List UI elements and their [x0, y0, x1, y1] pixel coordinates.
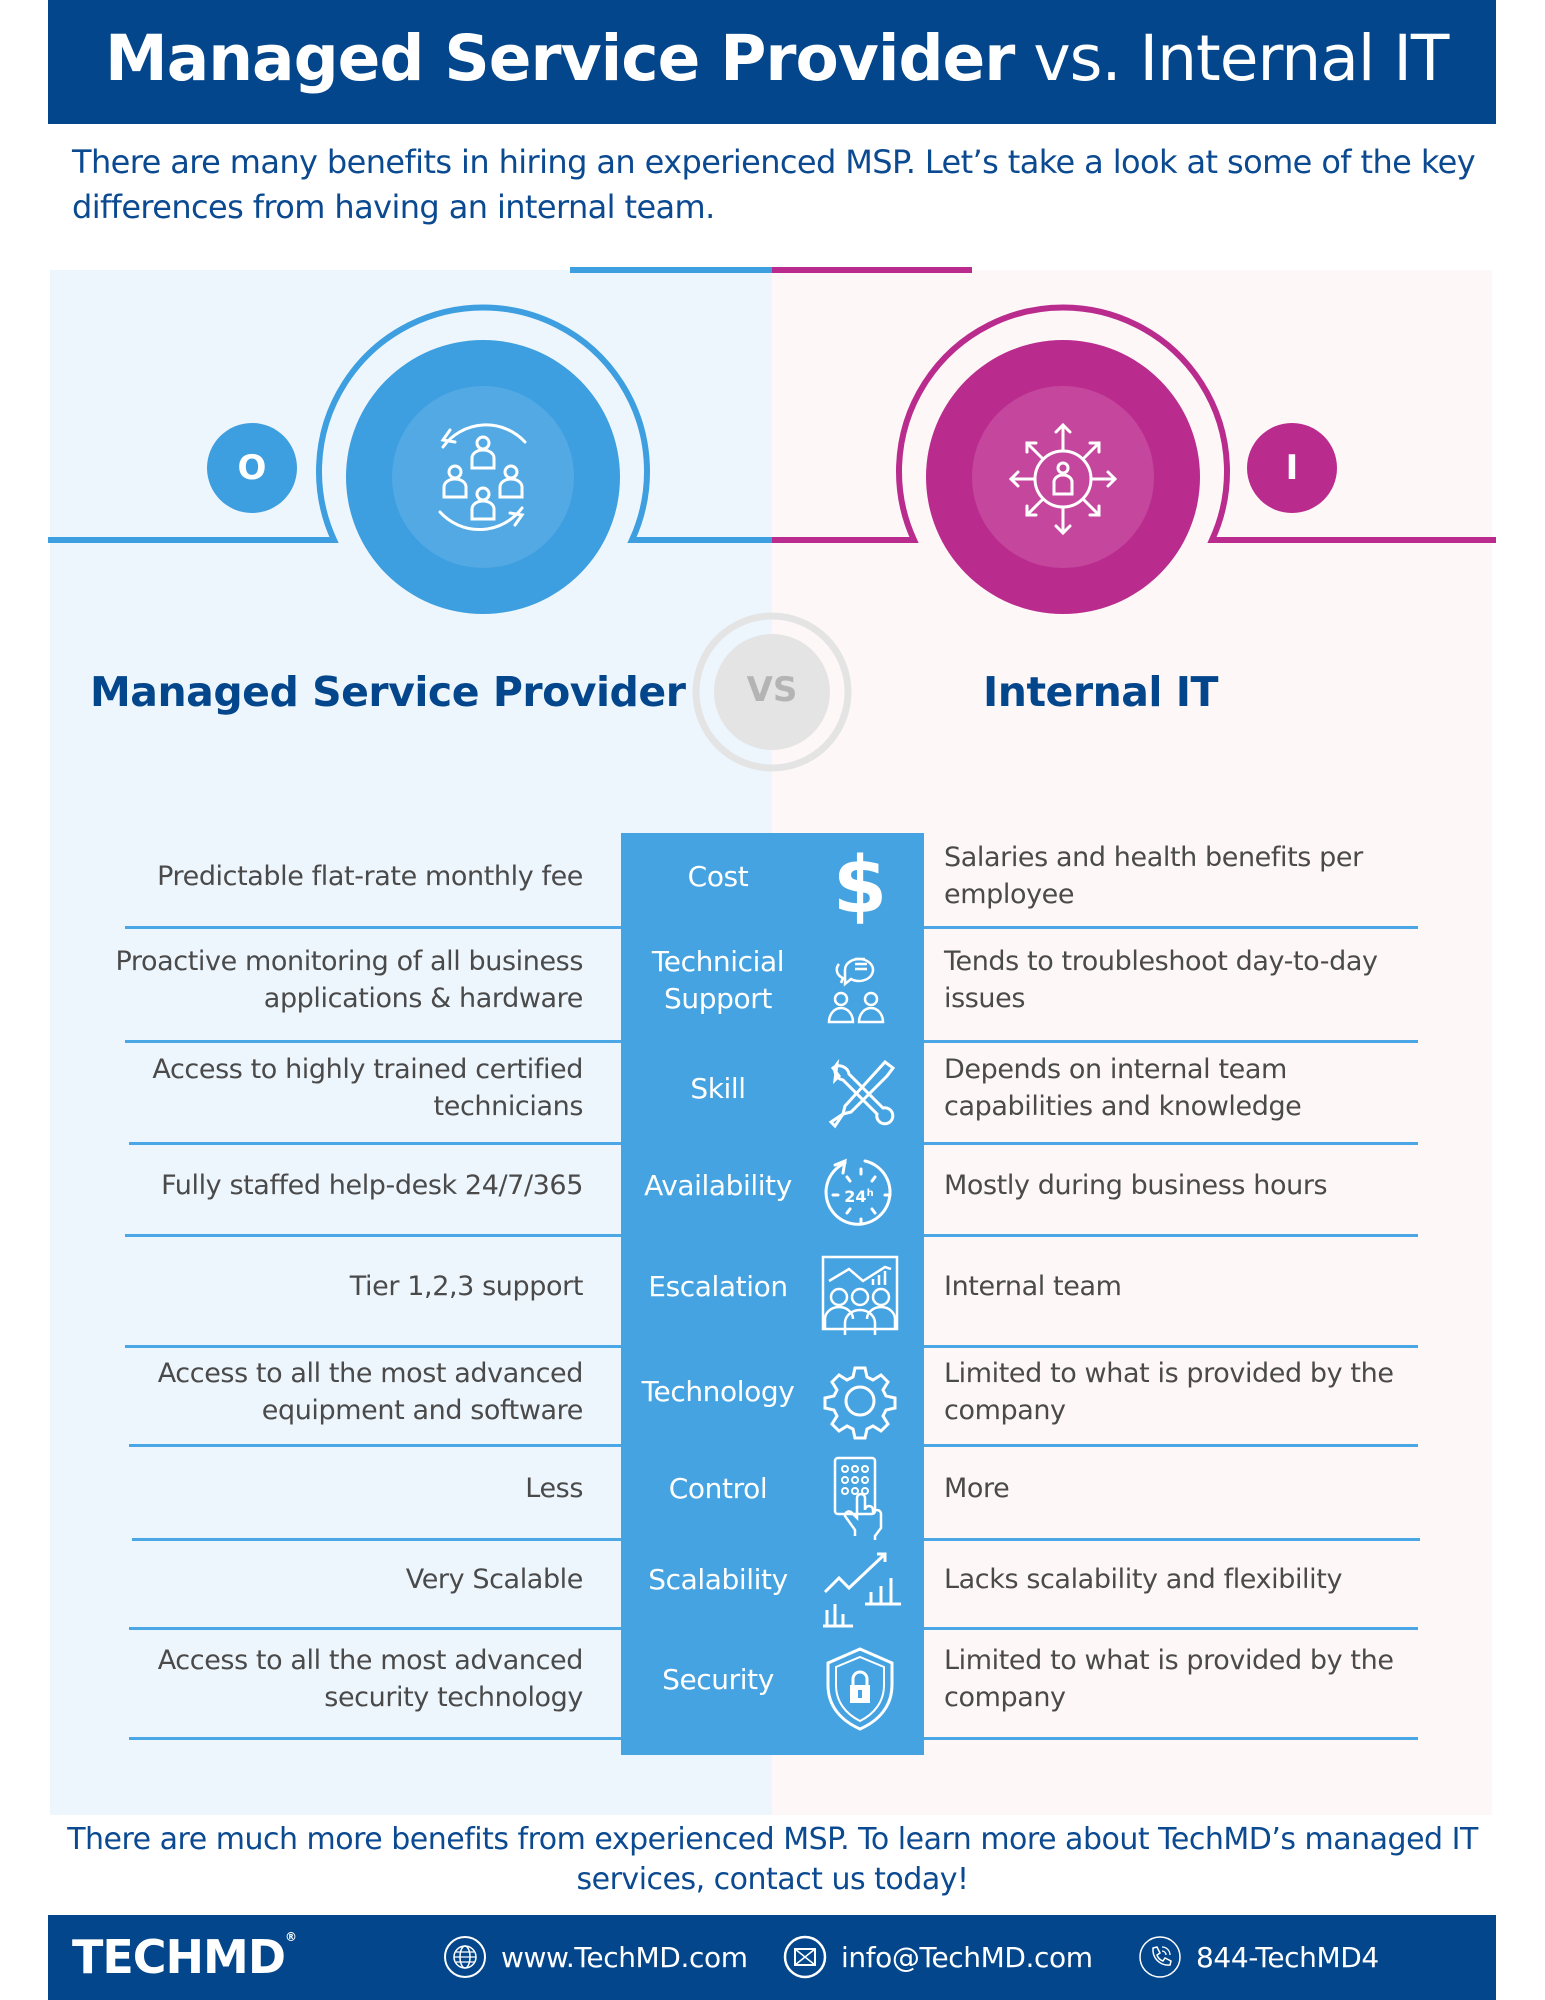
- phone-link[interactable]: 844-TechMD4: [1138, 1935, 1379, 1979]
- website-text: www.TechMD.com: [501, 1940, 748, 1974]
- internal-cell: Salaries and health benefits per employe…: [944, 842, 1363, 910]
- dollar-icon: $: [833, 841, 887, 930]
- svg-text:24h: 24h: [844, 1187, 873, 1206]
- email-link[interactable]: info@TechMD.com: [783, 1935, 1093, 1979]
- internal-cell: Limited to what is provided by the compa…: [944, 1645, 1394, 1713]
- closing-text: There are much more benefits from experi…: [67, 1822, 1478, 1897]
- row-divider-left: [129, 1737, 621, 1740]
- support-chat-people-icon: [827, 957, 885, 1024]
- row-divider-right: [924, 1234, 1418, 1237]
- msp-cell: Less: [525, 1472, 583, 1504]
- msp-cell: Proactive monitoring of all business app…: [115, 946, 584, 1014]
- internal-cell: Mostly during business hours: [944, 1169, 1328, 1201]
- msp-cell: Predictable flat-rate monthly fee: [157, 860, 583, 892]
- category-label: Technicial Support: [651, 945, 785, 1015]
- internal-heading: Internal IT: [983, 668, 1218, 716]
- internal-cell: Limited to what is provided by the compa…: [944, 1357, 1394, 1426]
- internal-badge-letter: I: [1285, 448, 1299, 488]
- row-divider-right: [924, 926, 1418, 929]
- row-divider-left: [125, 1345, 621, 1348]
- vs-label: VS: [746, 670, 798, 710]
- msp-heading: Managed Service Provider: [90, 668, 686, 716]
- msp-cell: Tier 1,2,3 support: [349, 1271, 584, 1302]
- category-label: Availability: [644, 1168, 792, 1202]
- registered-mark: ®: [285, 1930, 297, 1944]
- internal-cell: Depends on internal team capabilities an…: [944, 1054, 1302, 1122]
- msp-cell: Very Scalable: [405, 1564, 584, 1595]
- row-divider-left: [129, 1142, 621, 1145]
- wrench-screwdriver-icon: [828, 1058, 896, 1129]
- growth-chart-icon: [823, 1552, 901, 1627]
- clock-24h-icon: 24h: [824, 1158, 892, 1226]
- row-divider-right: [924, 1142, 1418, 1145]
- internal-cell: More: [944, 1472, 1010, 1504]
- shield-lock-icon: [826, 1647, 894, 1731]
- msp-cell: Access to highly trained certified techn…: [152, 1054, 583, 1122]
- category-label: Scalability: [648, 1563, 788, 1596]
- msp-cell: Access to all the most advanced equipmen…: [157, 1357, 584, 1426]
- globe-icon: [444, 1936, 486, 1978]
- msp-badge-letter: O: [237, 448, 267, 488]
- phone-text: 844-TechMD4: [1196, 1940, 1379, 1974]
- logo-text: TECHMD: [72, 1930, 286, 1984]
- category-label: Escalation: [648, 1270, 788, 1303]
- row-divider-left: [129, 1444, 621, 1447]
- keypad-hand-icon: [833, 1456, 883, 1540]
- row-divider-right: [924, 1040, 1418, 1043]
- website-link[interactable]: www.TechMD.com: [443, 1935, 748, 1979]
- internal-cell: Lacks scalability and flexibility: [944, 1564, 1343, 1595]
- internal-circle-inner: [972, 386, 1154, 568]
- team-chart-icon: [821, 1255, 899, 1335]
- row-divider-left: [132, 1538, 621, 1541]
- envelope-icon: [783, 1935, 827, 1979]
- msp-circle-inner: [392, 386, 574, 568]
- svg-text:$: $: [833, 841, 887, 930]
- row-divider-left: [125, 1040, 621, 1043]
- category-label: Skill: [690, 1071, 746, 1105]
- internal-cell: Tends to troubleshoot day-to-day issues: [944, 946, 1378, 1014]
- phone-icon: [1139, 1936, 1181, 1978]
- msp-cell: Fully staffed help-desk 24/7/365: [161, 1169, 583, 1201]
- row-divider-right: [924, 1627, 1418, 1630]
- row-divider-right: [924, 1345, 1418, 1348]
- email-text: info@TechMD.com: [841, 1940, 1093, 1974]
- row-divider-right: [924, 1444, 1418, 1447]
- category-label: Technology: [641, 1375, 795, 1408]
- msp-cell: Access to all the most advanced security…: [157, 1645, 584, 1713]
- techmd-logo[interactable]: TECHMD®: [72, 1930, 297, 1984]
- row-divider-left: [129, 1627, 621, 1630]
- category-label: Cost: [687, 859, 749, 893]
- category-label: Security: [662, 1662, 774, 1696]
- internal-cell: Internal team: [944, 1271, 1122, 1302]
- gear-icon: [823, 1366, 897, 1439]
- row-divider-right: [924, 1538, 1420, 1541]
- row-divider-left: [125, 926, 621, 929]
- row-divider-left: [125, 1234, 621, 1237]
- row-divider-right: [924, 1737, 1418, 1740]
- category-label: Control: [668, 1471, 768, 1505]
